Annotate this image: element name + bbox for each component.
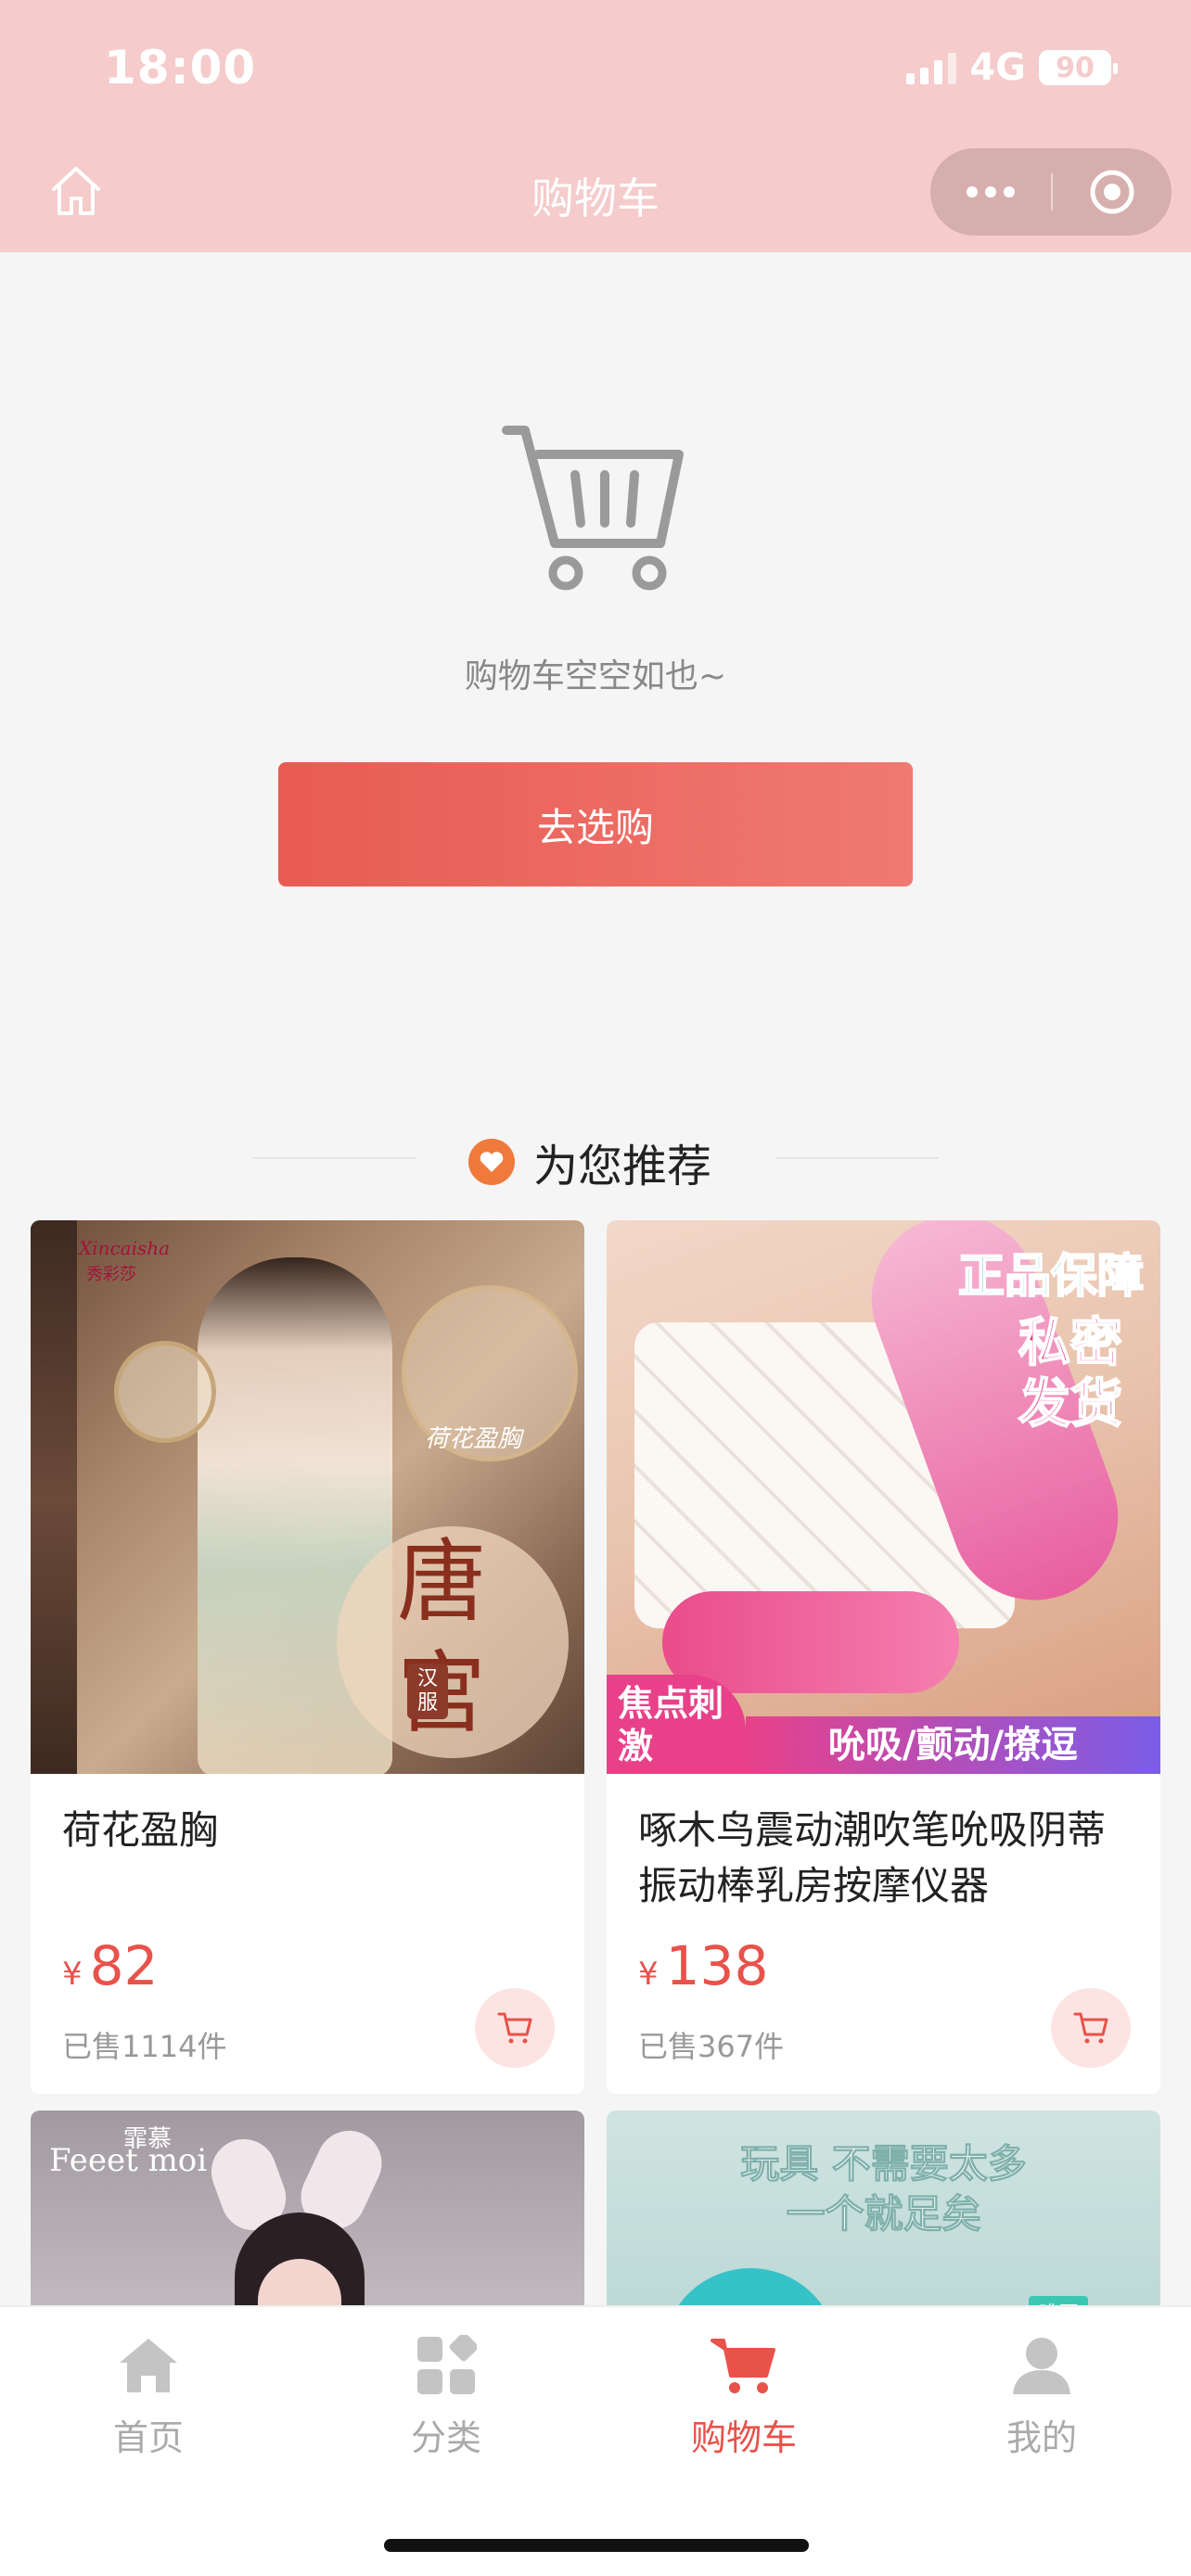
status-indicators: 4G 90 xyxy=(906,46,1118,89)
brand-en: Feeet moi xyxy=(49,2142,208,2179)
image-tag: 荷花盈胸 xyxy=(425,1425,522,1453)
home-icon xyxy=(120,2339,177,2392)
image-headline: 玩具 不需要太多 xyxy=(740,2141,1028,2187)
status-time: 18:00 xyxy=(104,41,257,95)
go-shopping-button[interactable]: 去选购 xyxy=(278,762,913,886)
heart-icon xyxy=(468,1139,515,1185)
divider-line-right xyxy=(775,1157,939,1159)
profile-icon xyxy=(1013,2338,1070,2394)
sold-count: 已售367件 xyxy=(638,2029,785,2064)
product-image[interactable]: Xincaisha 秀彩莎 荷花盈胸 唐宫 汉服 xyxy=(31,1220,584,1774)
product-card[interactable]: 正品保障 私密发货 焦点刺激 吮吸/颤动/撩逗 啄木鸟震动潮吹笔吮吸阴蒂振动棒乳… xyxy=(607,1220,1160,2094)
price-value: 82 xyxy=(89,1934,159,1997)
recommend-title: 为您推荐 xyxy=(533,1141,712,1192)
close-button[interactable] xyxy=(1053,148,1172,236)
product-price: ¥ 138 xyxy=(638,1934,768,1997)
product-name[interactable]: 荷花盈胸 xyxy=(62,1803,554,1858)
product-image[interactable]: 正品保障 私密发货 焦点刺激 吮吸/颤动/撩逗 xyxy=(607,1220,1160,1774)
more-button[interactable] xyxy=(930,148,1051,236)
bottom-tabbar: 首页 分类 购物车 我的 xyxy=(0,2305,1191,2576)
cart-icon xyxy=(497,2012,532,2044)
empty-cart-message: 购物车空空如也~ xyxy=(464,657,727,695)
tab-profile[interactable]: 我的 xyxy=(949,2335,1134,2460)
cart-icon xyxy=(711,2339,775,2393)
image-tag-private: 私密发货 xyxy=(1018,1312,1123,1435)
home-indicator xyxy=(384,2539,809,2552)
network-type: 4G xyxy=(969,46,1026,89)
category-icon xyxy=(417,2335,477,2394)
currency-symbol: ¥ xyxy=(62,1956,83,1993)
recommend-header: 为您推荐 xyxy=(468,1129,711,1194)
price-value: 138 xyxy=(665,1934,769,1997)
product-name[interactable]: 啄木鸟震动潮吹笔吮吸阴蒂振动棒乳房按摩仪器 xyxy=(638,1803,1130,1914)
more-icon xyxy=(967,186,978,198)
image-banner: 吮吸/颤动/撩逗 xyxy=(746,1716,1160,1774)
brand-text: Xincaisha xyxy=(79,1237,171,1259)
target-icon xyxy=(1090,170,1134,214)
empty-cart-icon xyxy=(502,426,684,591)
tab-home[interactable]: 首页 xyxy=(56,2335,241,2460)
header-bar: 18:00 4G 90 购物车 xyxy=(0,0,1191,252)
tab-label: 购物车 xyxy=(690,2417,797,2458)
tab-cart[interactable]: 购物车 xyxy=(651,2335,837,2460)
signal-icon xyxy=(906,51,957,84)
add-to-cart-button[interactable] xyxy=(475,1988,555,2068)
image-badge: 汉服 xyxy=(407,1664,448,1719)
cart-icon xyxy=(1073,2012,1108,2044)
image-tag-genuine: 正品保障 xyxy=(957,1248,1145,1304)
tab-label: 首页 xyxy=(112,2417,184,2458)
image-tag-focus: 焦点刺激 xyxy=(607,1675,746,1774)
miniprogram-capsule xyxy=(930,148,1172,236)
battery-icon: 90 xyxy=(1039,50,1118,85)
add-to-cart-button[interactable] xyxy=(1051,1988,1131,2068)
divider-line-left xyxy=(252,1157,416,1159)
currency-symbol: ¥ xyxy=(638,1956,659,1993)
tab-label: 我的 xyxy=(1005,2417,1077,2458)
tab-label: 分类 xyxy=(410,2417,481,2458)
product-card[interactable]: Xincaisha 秀彩莎 荷花盈胸 唐宫 汉服 荷花盈胸 ¥ 82 已售111… xyxy=(31,1220,584,2094)
sold-count: 已售1114件 xyxy=(62,2029,227,2064)
image-subline: 一个就足矣 xyxy=(786,2191,981,2238)
brand-text-cn: 秀彩莎 xyxy=(86,1265,136,1284)
tab-category[interactable]: 分类 xyxy=(353,2335,539,2460)
product-price: ¥ 82 xyxy=(62,1934,158,1997)
